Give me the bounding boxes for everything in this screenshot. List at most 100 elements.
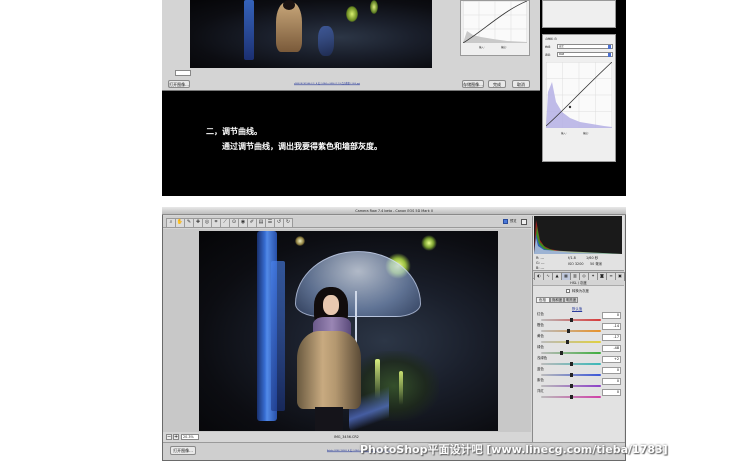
zoom-level-value: 20.3%: [183, 435, 194, 439]
upper-zoom-field[interactable]: [175, 70, 191, 76]
filename-label: IMG_3456.CR2: [334, 435, 359, 439]
upper-panel-b-top: [542, 0, 616, 28]
histogram: [534, 216, 622, 254]
upper-workflow-link[interactable]: sRGB IEC61966-2.1; 8 位; 5184 x 3456 (17.…: [294, 82, 360, 84]
sub-tab-hue-label: 色相: [539, 298, 546, 302]
slider-value[interactable]: 0: [602, 378, 621, 385]
person-coat: [297, 331, 361, 409]
slider-label: 橙色: [537, 323, 544, 327]
curve-b-input-label: 输入:: [561, 132, 567, 135]
slider-thumb[interactable]: [559, 351, 563, 355]
chevron-down-icon: [608, 53, 611, 57]
slider-track[interactable]: [541, 340, 601, 344]
exif-iso: ISO 3200: [568, 262, 584, 266]
hsl-slider-row: 紫色 0: [535, 378, 623, 389]
curve-b-channel-select[interactable]: RGB: [557, 52, 613, 57]
sub-tab-luminance-label: 明亮度: [566, 298, 577, 302]
slider-label: 红色: [537, 312, 544, 316]
slider-track[interactable]: [541, 318, 601, 322]
upper-curve-panel-b: 点曲线: 自 曲线: 自定 通道: RGB 输入: 输出:: [542, 34, 616, 162]
slider-track[interactable]: [541, 329, 601, 333]
panel-tab-strip: ◐ ∿ ▲ ▦ ▥ ◎ ✦ ◙ ≡ ▣: [533, 270, 625, 281]
hsl-slider-row: 橙色 -14: [535, 323, 623, 334]
rotate-cw-icon[interactable]: ↻: [283, 218, 293, 228]
zoom-out-button[interactable]: −: [166, 434, 172, 440]
upper-preview-image: [190, 0, 432, 68]
hue-slider-group: 红色 0 橙色 -14 黄色 -17 绿色 -48 浅绿色 +2 蓝色 0 紫色…: [535, 312, 623, 402]
exif-shutter: 1/60 秒: [586, 256, 599, 260]
slider-value[interactable]: 0: [602, 367, 621, 374]
slider-thumb[interactable]: [569, 395, 573, 399]
slider-label: 蓝色: [537, 367, 544, 371]
upper-open-image-button[interactable]: 打开图像...: [168, 80, 190, 88]
slider-label: 黄色: [537, 334, 544, 338]
slider-label: 浅绿色: [537, 356, 548, 360]
upper-save-image-button[interactable]: 存储图像...: [462, 80, 484, 88]
hsl-slider-row: 蓝色 0: [535, 367, 623, 378]
curve-graph-a[interactable]: [463, 1, 527, 43]
slider-track[interactable]: [541, 395, 601, 399]
preview-label: 预览: [510, 219, 517, 223]
hsl-slider-row: 红色 0: [535, 312, 623, 323]
caption-body: 通过调节曲线，调出我要得紫色和墙部灰度。: [222, 142, 382, 151]
curve-graph-b[interactable]: [546, 62, 612, 128]
fullscreen-icon[interactable]: [521, 219, 527, 225]
ground-reflection: [399, 371, 403, 405]
sub-tab-hue[interactable]: 色相: [536, 297, 550, 303]
grayscale-label: 转换为灰度: [572, 289, 589, 293]
slider-track[interactable]: [541, 373, 601, 377]
street-light: [421, 235, 437, 251]
curve-b-title: 点曲线: 自: [545, 37, 557, 40]
slider-thumb[interactable]: [569, 373, 573, 377]
slider-track[interactable]: [541, 384, 601, 388]
readout-g: G: ---: [536, 261, 545, 265]
hsl-slider-row: 浅绿色 +2: [535, 356, 623, 367]
slider-value[interactable]: +2: [602, 356, 621, 363]
slider-thumb[interactable]: [569, 318, 573, 322]
upper-done-button[interactable]: 完成: [488, 80, 506, 88]
person-face: [323, 295, 339, 315]
slider-track[interactable]: [541, 351, 601, 355]
curve-b-row2-label: 通道:: [545, 53, 551, 56]
slider-thumb[interactable]: [570, 362, 574, 366]
open-image-button[interactable]: 打开图像...: [170, 446, 196, 455]
exif-aperture: f/1.8: [568, 256, 576, 260]
slider-label: 紫色: [537, 378, 544, 382]
curve-b-preset-value: 自定: [559, 45, 564, 48]
sub-tab-luminance[interactable]: 明亮度: [564, 297, 578, 303]
zoom-level-field[interactable]: 20.3%: [181, 434, 199, 440]
zoom-in-button[interactable]: +: [173, 434, 179, 440]
watermark: PhotoShop平面设计吧 [www.linecg.com/tieba/178…: [360, 443, 668, 456]
chevron-down-icon: [608, 45, 611, 49]
slider-label: 洋红: [537, 389, 544, 393]
title-bar: Camera Raw 7.4 beta - Canon EOS 5D Mark …: [162, 207, 626, 215]
panel-title-bar: HSL / 灰度: [533, 280, 624, 286]
upper-curve-panel-a: 输入: 输出:: [460, 0, 530, 56]
slider-track[interactable]: [541, 362, 601, 366]
slider-label: 绿色: [537, 345, 544, 349]
preview-checkbox[interactable]: [503, 219, 508, 224]
hsl-slider-row: 绿色 -48: [535, 345, 623, 356]
curve-b-preset-select[interactable]: 自定: [557, 44, 613, 49]
caption-title: 二，调节曲线。: [206, 127, 262, 136]
slider-thumb[interactable]: [565, 340, 569, 344]
slider-value[interactable]: -48: [602, 345, 621, 352]
curve-b-output-label: 输出:: [583, 132, 589, 135]
toolbar: ⌕ ✋ ✎ ✚ ◎ ⌗ ⟋ ⊙ ◉ ✐ ▤ ☰ ↺ ↻ 预览: [163, 216, 531, 228]
slider-thumb[interactable]: [569, 384, 573, 388]
panel-title: HSL / 灰度: [570, 281, 587, 285]
slider-thumb[interactable]: [566, 329, 570, 333]
sub-tab-saturation[interactable]: 饱和度: [550, 297, 564, 303]
person-legs: [315, 407, 343, 431]
slider-value[interactable]: 0: [602, 312, 621, 319]
curve-a-input-label: 输入:: [479, 46, 485, 49]
upper-cancel-button[interactable]: 取消: [512, 80, 530, 88]
street-light: [295, 236, 305, 246]
default-link[interactable]: 默认值: [572, 307, 582, 311]
curve-a-output-label: 输出:: [501, 46, 507, 49]
slider-value[interactable]: -17: [602, 334, 621, 341]
grayscale-checkbox[interactable]: [566, 289, 570, 293]
preview-image[interactable]: [199, 231, 498, 431]
slider-value[interactable]: 0: [602, 389, 621, 396]
slider-value[interactable]: -14: [602, 323, 621, 330]
